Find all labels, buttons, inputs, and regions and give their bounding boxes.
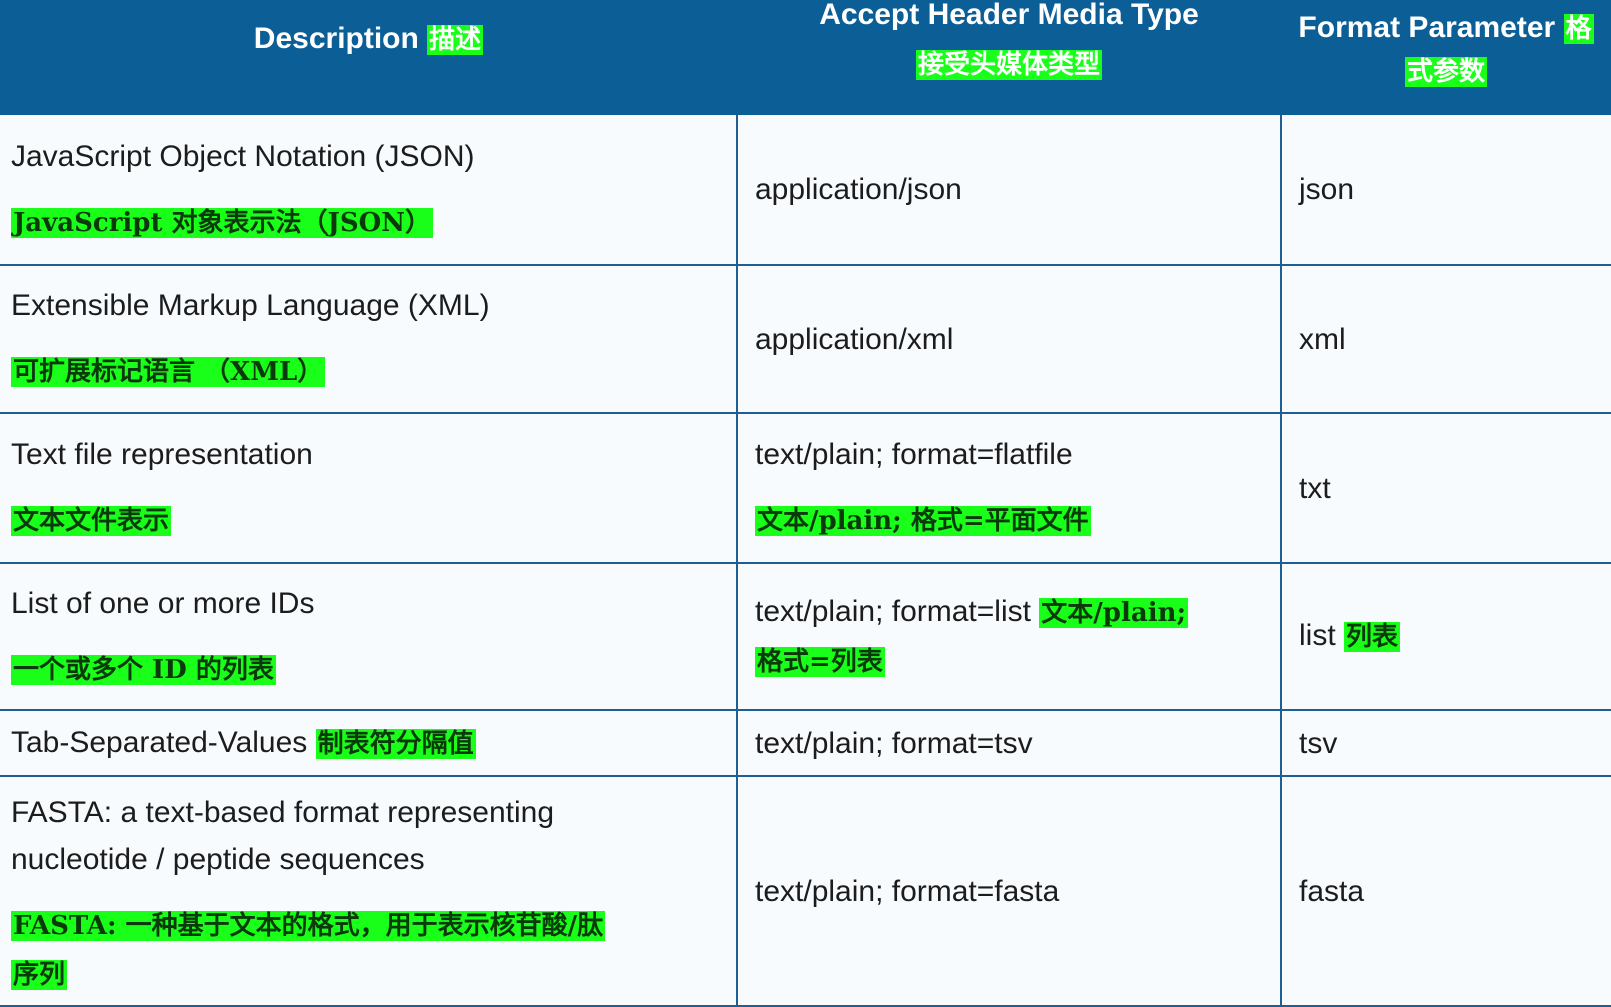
format-text: json — [1299, 173, 1355, 206]
cell-media-type: application/json — [736, 115, 1282, 266]
description-zh: JavaScript 对象表示法（JSON） — [11, 207, 434, 238]
format-text: xml — [1299, 322, 1346, 356]
cell-description: List of one or more IDs 一个或多个 ID 的列表 — [0, 563, 738, 711]
header-media-type-label: Accept Header Media Type — [819, 0, 1199, 31]
header-format-parameter-zh-b: 式参数 — [1404, 56, 1487, 87]
table-row: Extensible Markup Language (XML) 可扩展标记语言… — [0, 265, 1611, 414]
description-zh: 可扩展标记语言 （XML） — [11, 357, 326, 387]
media-type-text: application/xml — [755, 322, 954, 356]
cell-format: tsv — [1280, 710, 1611, 777]
description-text: Text file representation — [11, 438, 313, 471]
header-description-label: Description — [253, 22, 419, 55]
description-text: JavaScript Object Notation (JSON) — [11, 139, 475, 173]
table-row: FASTA: a text-based format representing … — [0, 776, 1611, 1007]
table-header: Description 描述 Accept Header Media Type … — [0, 0, 1611, 115]
description-zh-a: FASTA: 一种基于文本的格式，用于表示核苷酸/肽 — [11, 911, 606, 941]
media-type-zh-a: 文本/plain; — [1039, 597, 1189, 628]
cell-media-type: text/plain; format=list 文本/plain; 格式=列表 — [736, 563, 1282, 711]
cell-description: JavaScript Object Notation (JSON) JavaSc… — [0, 115, 738, 266]
table-row: Tab-Separated-Values 制表符分隔值 text/plain; … — [0, 710, 1611, 777]
header-description: Description 描述 — [0, 0, 737, 115]
description-zh-b: 序列 — [11, 960, 68, 990]
formats-table: Description 描述 Accept Header Media Type … — [0, 0, 1611, 1007]
format-text: txt — [1299, 471, 1331, 505]
description-text: List of one or more IDs — [11, 586, 315, 620]
format-text: tsv — [1299, 726, 1338, 760]
cell-description: Text file representation 文本文件表示 — [0, 413, 738, 564]
cell-format: list 列表 — [1280, 563, 1611, 711]
cell-media-type: text/plain; format=flatfile 文本/plain; 格式… — [736, 413, 1282, 564]
header-format-parameter-label: Format Parameter — [1298, 10, 1556, 44]
header-format-parameter-zh-a: 格 — [1563, 13, 1594, 44]
media-type-zh: 文本/plain; 格式=平面文件 — [755, 506, 1091, 536]
cell-format: xml — [1280, 265, 1611, 414]
cell-format: txt — [1280, 413, 1611, 564]
description-text: Tab-Separated-Values — [11, 725, 308, 759]
media-type-text: text/plain; format=flatfile — [755, 438, 1073, 471]
header-format-parameter: Format Parameter 格 式参数 — [1281, 0, 1611, 115]
cell-media-type: text/plain; format=tsv — [736, 710, 1282, 777]
table-row: Text file representation 文本文件表示 text/pla… — [0, 413, 1611, 564]
media-type-text: text/plain; format=fasta — [755, 874, 1060, 908]
media-type-text: text/plain; format=list — [755, 594, 1031, 628]
media-type-text: application/json — [755, 173, 962, 206]
cell-description: Tab-Separated-Values 制表符分隔值 — [0, 710, 738, 777]
cell-media-type: text/plain; format=fasta — [736, 776, 1282, 1007]
description-zh: 一个或多个 ID 的列表 — [11, 654, 276, 685]
cell-description: Extensible Markup Language (XML) 可扩展标记语言… — [0, 265, 738, 414]
header-media-type-zh: 接受头媒体类型 — [915, 50, 1102, 80]
format-zh: 列表 — [1344, 622, 1401, 652]
header-description-zh: 描述 — [427, 25, 484, 55]
description-text-a: FASTA: a text-based format representing — [11, 796, 555, 829]
media-type-text: text/plain; format=tsv — [755, 726, 1033, 760]
table-row: List of one or more IDs 一个或多个 ID 的列表 tex… — [0, 563, 1611, 711]
cell-format: fasta — [1280, 776, 1611, 1007]
cell-description: FASTA: a text-based format representing … — [0, 776, 738, 1007]
format-text: fasta — [1299, 874, 1365, 908]
cell-media-type: application/xml — [736, 265, 1282, 414]
table-row: JavaScript Object Notation (JSON) JavaSc… — [0, 115, 1611, 266]
description-zh: 文本文件表示 — [11, 506, 172, 536]
description-text-b: nucleotide / peptide sequences — [11, 843, 425, 876]
description-text: Extensible Markup Language (XML) — [11, 289, 490, 322]
description-zh: 制表符分隔值 — [315, 728, 476, 759]
format-text: list — [1299, 619, 1336, 652]
media-type-zh-b: 格式=列表 — [755, 646, 885, 677]
cell-format: json — [1280, 115, 1611, 266]
header-media-type: Accept Header Media Type 接受头媒体类型 — [737, 0, 1281, 115]
